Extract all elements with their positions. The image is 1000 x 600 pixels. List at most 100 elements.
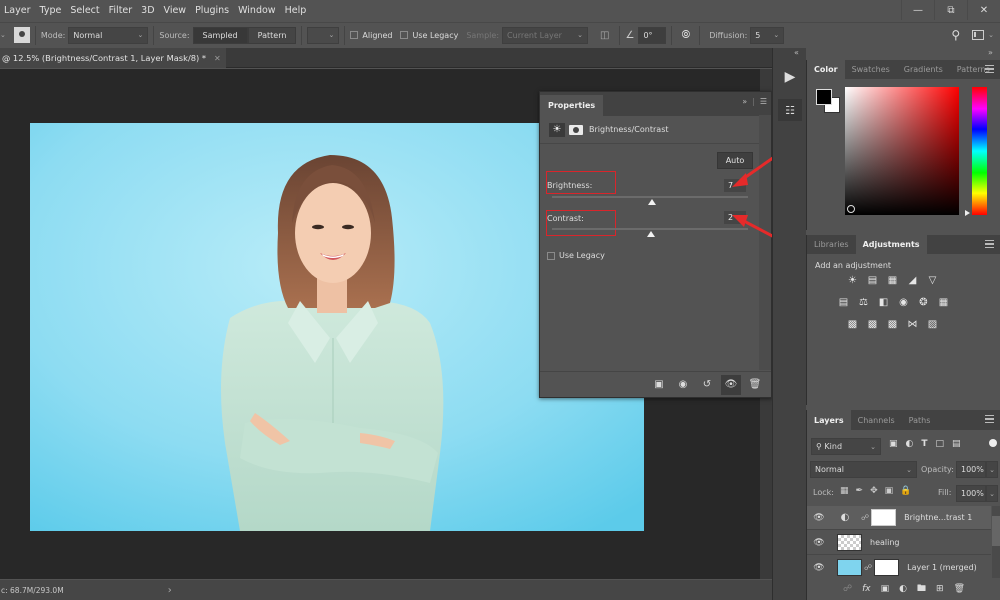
panel-menu-icon[interactable] <box>985 65 994 73</box>
pattern-picker[interactable]: ⌄ <box>307 26 340 44</box>
delete-layer-icon[interactable]: 🗑 <box>954 584 965 594</box>
tab-swatches[interactable]: Swatches <box>845 60 897 79</box>
close-tab-icon[interactable]: ✕ <box>214 54 221 63</box>
vibrance-adjustment-icon[interactable]: ▽ <box>925 274 940 287</box>
search-icon[interactable]: ⚲ <box>951 28 960 42</box>
foreground-color-swatch[interactable] <box>816 89 832 105</box>
brightness-slider-track[interactable] <box>552 196 748 198</box>
document-tab[interactable]: @ 12.5% (Brightness/Contrast 1, Layer Ma… <box>0 48 226 68</box>
hue-slider-handle[interactable] <box>965 210 970 216</box>
visibility-eye-icon[interactable]: 👁 <box>807 563 831 573</box>
expand-dock-icon[interactable]: » <box>988 48 993 57</box>
actions-play-button[interactable]: ▶ <box>778 66 802 88</box>
color-picker-cursor[interactable] <box>847 205 855 213</box>
clip-to-layer-icon[interactable]: ▣ <box>649 375 669 395</box>
minimize-button[interactable]: — <box>901 0 934 20</box>
lock-transparent-pixels-icon[interactable]: ▦ <box>840 486 849 496</box>
visibility-eye-icon[interactable]: 👁 <box>807 513 831 523</box>
menu-select[interactable]: Select <box>66 5 104 16</box>
menu-plugins[interactable]: Plugins <box>191 5 234 16</box>
layer-row-healing[interactable]: 👁 healing <box>807 531 991 555</box>
brightness-contrast-icon[interactable]: ☀ <box>549 122 565 137</box>
delete-icon[interactable]: 🗑 <box>745 375 765 395</box>
menu-type[interactable]: Type <box>36 5 67 16</box>
layer-thumbnail[interactable] <box>837 534 862 551</box>
contrast-slider-thumb[interactable] <box>646 231 655 237</box>
properties-dock-button[interactable]: ☷ <box>778 99 802 121</box>
hue-slider[interactable] <box>972 87 987 215</box>
layer-name[interactable]: healing <box>870 538 900 547</box>
gradient-map-adjustment-icon[interactable]: ▨ <box>925 318 940 331</box>
view-previous-state-icon[interactable]: ◉ <box>673 375 693 395</box>
blend-mode-dropdown[interactable]: Normal ⌄ <box>810 461 917 478</box>
workspace-icon[interactable] <box>972 30 985 40</box>
new-layer-icon[interactable]: ⊞ <box>936 584 944 594</box>
layer-mask-thumbnail[interactable] <box>874 559 900 576</box>
lock-position-icon[interactable]: ✥ <box>870 486 878 496</box>
lock-artboard-icon[interactable]: ▣ <box>885 486 894 496</box>
new-group-icon[interactable]: 🖿 <box>917 581 926 597</box>
invert-adjustment-icon[interactable]: ▩ <box>845 318 860 331</box>
link-chain-icon[interactable]: ☍ <box>864 563 872 572</box>
close-window-button[interactable]: ✕ <box>967 0 1000 20</box>
color-lookup-adjustment-icon[interactable]: ▦ <box>936 296 951 309</box>
lock-image-pixels-icon[interactable]: ✒ <box>856 486 864 496</box>
chevron-down-icon[interactable]: ⌄ <box>988 31 994 39</box>
visibility-eye-icon[interactable]: 👁 <box>807 538 831 548</box>
checkbox-box[interactable] <box>350 31 359 39</box>
link-layers-icon[interactable]: ☍ <box>843 584 852 594</box>
layer-name[interactable]: Brightne...trast 1 <box>904 513 972 522</box>
add-layer-style-icon[interactable]: fx <box>862 584 871 594</box>
filter-smart-object-icon[interactable]: ▤ <box>952 439 961 449</box>
saturation-value-field[interactable] <box>845 87 959 215</box>
clone-stamp-tool-icon[interactable] <box>13 27 30 43</box>
source-sampled-button[interactable]: Sampled <box>192 26 248 44</box>
threshold-adjustment-icon[interactable]: ▩ <box>885 318 900 331</box>
layer-filter-dropdown[interactable]: ⚲ Kind ⌄ <box>811 438 881 455</box>
layer-name[interactable]: Layer 1 (merged) <box>907 563 977 572</box>
tab-layers[interactable]: Layers <box>807 410 851 430</box>
levels-adjustment-icon[interactable]: ▤ <box>865 274 880 287</box>
toggle-visibility-icon[interactable]: 👁 <box>721 374 741 395</box>
menu-filter[interactable]: Filter <box>105 5 138 16</box>
panel-menu-icon[interactable]: ☰ <box>760 97 767 106</box>
fill-dropdown-button[interactable]: ⌄ <box>986 485 998 502</box>
menu-window[interactable]: Window <box>234 5 280 16</box>
curves-adjustment-icon[interactable]: ▦ <box>885 274 900 287</box>
reset-icon[interactable]: ↺ <box>697 375 717 395</box>
filter-toggle-switch[interactable] <box>989 439 997 447</box>
sample-dropdown[interactable]: Current Layer ⌄ <box>502 26 589 44</box>
panel-menu-icon[interactable] <box>985 240 994 248</box>
new-adjustment-layer-icon[interactable]: ◐ <box>899 584 907 594</box>
checkbox-box[interactable] <box>547 251 555 260</box>
ignore-adjustment-layers-icon[interactable]: ◫ <box>600 30 609 41</box>
tab-adjustments[interactable]: Adjustments <box>855 235 927 254</box>
tab-properties[interactable]: Properties <box>540 95 604 116</box>
filter-pixel-icon[interactable]: ▣ <box>889 439 898 449</box>
hue-saturation-adjustment-icon[interactable]: ▤ <box>836 296 851 309</box>
filter-shape-icon[interactable]: □ <box>936 439 945 449</box>
filter-adjustment-icon[interactable]: ◐ <box>906 439 914 449</box>
lock-all-icon[interactable]: 🔒 <box>900 486 911 496</box>
use-legacy-checkbox-props[interactable]: Use Legacy <box>547 251 605 260</box>
menu-layer[interactable]: Layer <box>0 5 36 16</box>
layers-scrollbar[interactable] <box>992 506 1000 581</box>
layer-thumbnail[interactable] <box>837 559 862 576</box>
tab-gradients[interactable]: Gradients <box>897 60 950 79</box>
color-balance-adjustment-icon[interactable]: ⚖ <box>856 296 871 309</box>
opacity-dropdown-button[interactable]: ⌄ <box>986 461 998 478</box>
pressure-size-icon[interactable]: ⦾ <box>681 28 690 42</box>
collapse-dock-icon[interactable]: « <box>794 48 799 57</box>
layer-row-brightness-contrast[interactable]: 👁 ◐ ☍ Brightne...trast 1 <box>807 506 991 530</box>
layer-mask-icon[interactable] <box>569 124 583 135</box>
posterize-adjustment-icon[interactable]: ▩ <box>865 318 880 331</box>
brightness-slider-thumb[interactable] <box>647 199 656 205</box>
selective-color-adjustment-icon[interactable]: ⋈ <box>905 318 920 331</box>
diffusion-dropdown[interactable]: 5 ⌄ <box>750 26 785 44</box>
brightness-contrast-adjustment-icon[interactable]: ☀ <box>845 274 860 287</box>
opacity-input[interactable]: 100% <box>956 461 986 478</box>
status-menu-chevron-icon[interactable]: › <box>168 585 172 596</box>
tab-color[interactable]: Color <box>807 60 845 79</box>
mode-dropdown[interactable]: Normal ⌄ <box>68 26 149 44</box>
contrast-slider-track[interactable] <box>552 228 748 230</box>
